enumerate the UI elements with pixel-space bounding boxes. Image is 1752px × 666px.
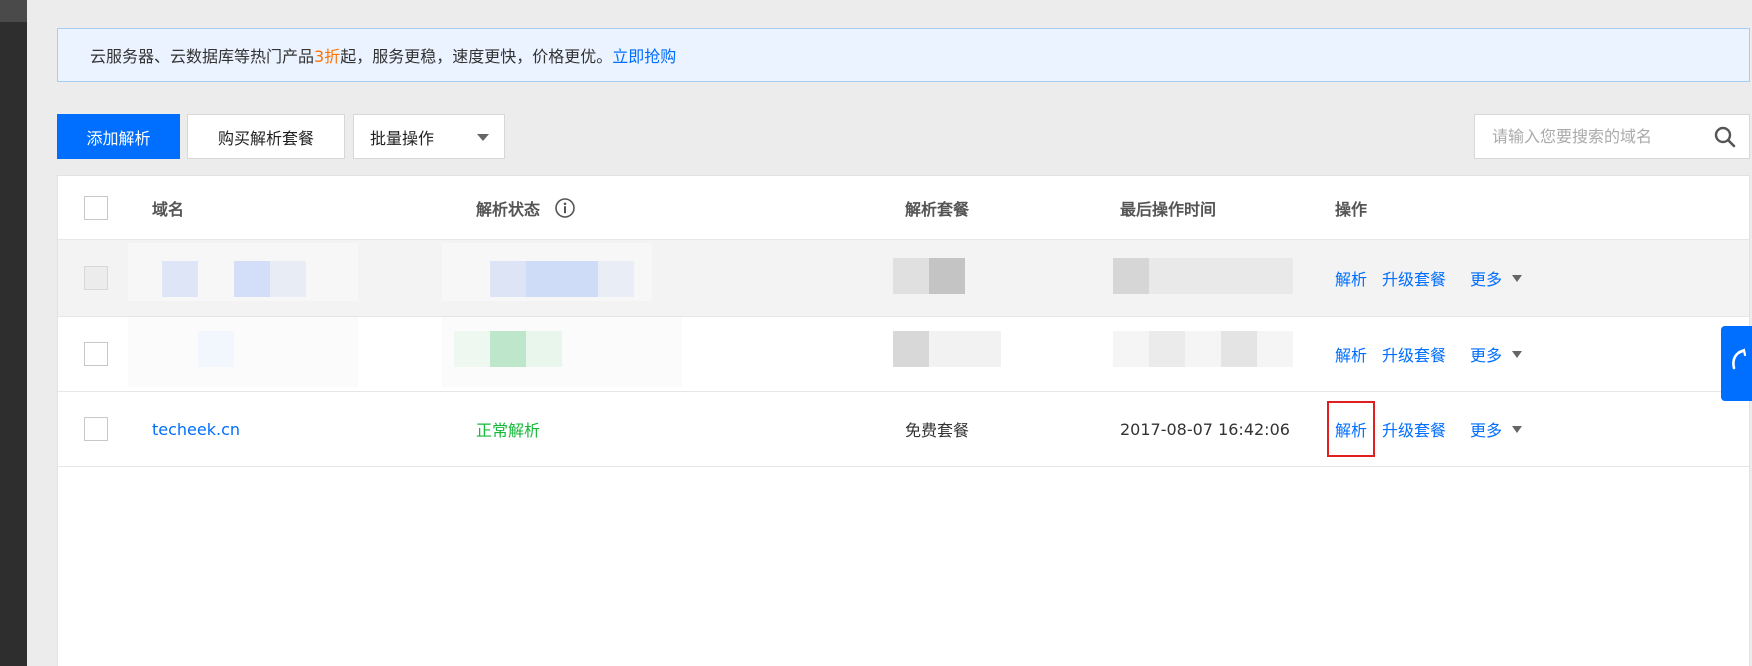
more-label: 更多 <box>1470 421 1503 440</box>
promo-banner: 云服务器、云数据库等热门产品 3折 起，服务更稳，速度更快，价格更优。 立即抢购 <box>57 28 1750 82</box>
header-package: 解析套餐 <box>905 199 970 219</box>
buy-package-button[interactable]: 购买解析套餐 <box>187 114 345 159</box>
promo-text-before: 云服务器、云数据库等热门产品 <box>90 47 315 66</box>
redacted-domain <box>128 317 358 387</box>
header-last-time: 最后操作时间 <box>1120 199 1217 219</box>
status-text: 正常解析 <box>476 421 541 440</box>
caret-down-icon <box>477 134 489 141</box>
domain-table: 域名 解析状态 解析套餐 最后操作时间 操作 解析 升级套餐 更多 解析 升级套… <box>57 175 1750 666</box>
more-dropdown[interactable]: 更多 <box>1470 266 1523 290</box>
redacted-status <box>442 317 682 387</box>
add-record-button[interactable]: 添加解析 <box>57 114 180 159</box>
table-row: techeek.cn 正常解析 免费套餐 2017-08-07 16:42:06… <box>58 392 1749 467</box>
redacted-time <box>1113 258 1293 294</box>
select-all-checkbox[interactable] <box>84 195 108 220</box>
promo-text-after: 起，服务更稳，速度更快，价格更优。 <box>340 47 613 66</box>
resolve-link[interactable]: 解析 <box>1326 401 1376 457</box>
phone-icon <box>1732 348 1747 370</box>
more-dropdown[interactable]: 更多 <box>1470 342 1523 366</box>
row-select-cell <box>84 240 108 316</box>
header-status: 解析状态 <box>476 176 576 239</box>
last-time-text: 2017-08-07 16:42:06 <box>1120 419 1290 439</box>
info-icon[interactable] <box>554 197 576 219</box>
package-text: 免费套餐 <box>905 421 970 440</box>
redacted-package <box>893 258 965 294</box>
domain-link[interactable]: techeek.cn <box>152 392 240 466</box>
domain-search <box>1474 114 1750 159</box>
upgrade-link[interactable]: 升级套餐 <box>1382 417 1446 441</box>
more-label: 更多 <box>1470 346 1503 365</box>
table-row: 解析 升级套餐 更多 <box>58 317 1749 392</box>
row-select-cell <box>84 392 108 466</box>
batch-operation-label: 批量操作 <box>370 128 435 148</box>
batch-operation-select[interactable]: 批量操作 <box>353 114 505 159</box>
select-all-cell <box>84 176 108 239</box>
header-status-label: 解析状态 <box>476 199 541 219</box>
row-checkbox[interactable] <box>84 342 108 366</box>
contact-float-tab[interactable] <box>1721 326 1752 401</box>
row-select-cell <box>84 317 108 391</box>
table-row: 解析 升级套餐 更多 <box>58 240 1749 317</box>
table-header: 域名 解析状态 解析套餐 最后操作时间 操作 <box>58 176 1749 240</box>
resolve-link[interactable]: 解析 <box>1335 342 1367 366</box>
left-sidebar-rail <box>0 0 27 666</box>
caret-down-icon <box>1512 350 1523 358</box>
upgrade-link[interactable]: 升级套餐 <box>1382 266 1446 290</box>
promo-discount: 3折 <box>314 47 341 66</box>
row-actions: 解析 升级套餐 更多 <box>1335 240 1523 316</box>
redacted-domain <box>128 243 358 301</box>
search-icon[interactable] <box>1713 125 1737 149</box>
row-checkbox[interactable] <box>84 417 108 441</box>
caret-down-icon <box>1512 425 1523 433</box>
upgrade-link[interactable]: 升级套餐 <box>1382 342 1446 366</box>
header-domain: 域名 <box>152 199 185 219</box>
left-sidebar-top <box>0 0 27 22</box>
more-dropdown[interactable]: 更多 <box>1470 417 1523 441</box>
header-actions: 操作 <box>1335 199 1368 219</box>
promo-buy-link[interactable]: 立即抢购 <box>612 43 676 67</box>
resolve-link[interactable]: 解析 <box>1335 266 1367 290</box>
row-actions: 解析 升级套餐 更多 <box>1326 392 1523 466</box>
redacted-time <box>1113 331 1293 367</box>
domain-search-input[interactable] <box>1475 115 1705 158</box>
redacted-package <box>893 331 1001 367</box>
row-checkbox[interactable] <box>84 266 108 290</box>
caret-down-icon <box>1512 274 1523 282</box>
row-actions: 解析 升级套餐 更多 <box>1335 317 1523 391</box>
more-label: 更多 <box>1470 270 1503 289</box>
redacted-status <box>442 243 652 301</box>
